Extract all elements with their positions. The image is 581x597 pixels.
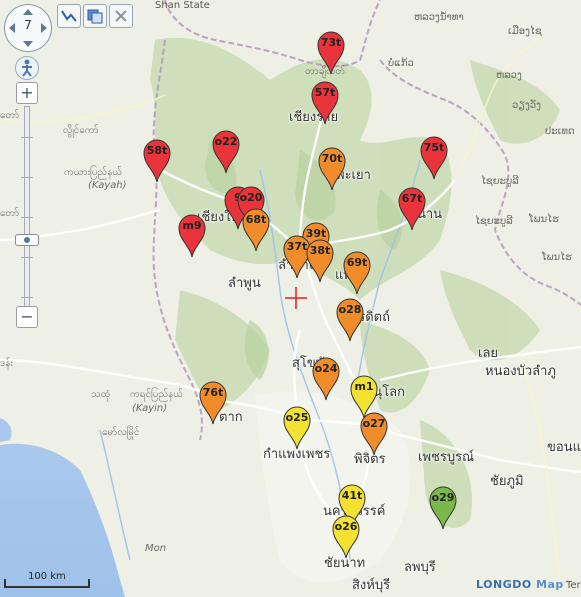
marker-76t[interactable]: 76t [197,379,229,425]
marker-o29-label: o29 [431,491,455,504]
marker-o27[interactable]: o27 [358,410,390,456]
marker-76t-label: 76t [202,386,224,399]
zoom-slider-handle[interactable] [15,234,39,246]
zoom-out-button[interactable]: − [16,306,38,328]
slider-tick [21,217,33,218]
crosshair-icon [285,287,307,309]
plus-icon: + [20,83,34,102]
terms-link[interactable]: Terr [566,580,581,591]
marker-68t-label: 68t [245,213,267,226]
scale-bar: 100 km [4,571,90,589]
marker-o22[interactable]: o22 [210,128,242,174]
marker-67t-label: 67t [401,192,423,205]
label-sing-buri: สิงห์บุรี [352,578,391,593]
zoom-level-value: 7 [24,18,32,32]
label-xayabury-2: ໄຊຍະບູລີ [475,216,513,227]
marker-75t-label: 75t [423,141,445,154]
marker-38t[interactable]: 38t [304,237,336,283]
slider-tick [21,257,33,258]
label-laos-ne-1: ເມືອງໄຊ [508,26,542,37]
longdo-map-logo: LONGDO Map [476,578,564,591]
minus-icon: − [20,307,34,326]
marker-m9[interactable]: m9 [176,212,208,258]
label-kayah-en: (Kayah) [88,180,127,191]
marker-41t-label: 41t [341,489,363,502]
marker-69t-label: 69t [346,256,368,269]
marker-70t-label: 70t [321,152,343,165]
layers-button[interactable] [83,4,107,28]
map-canvas[interactable]: Shan State ຫລວງນ້ຳທາ ເມືອງໄຊ တာချီလိတ် ບ… [0,0,581,597]
label-myanmar-sw-3: ဒန်း [0,358,13,369]
marker-m1-label: m1 [354,380,374,393]
slider-tick [21,177,33,178]
label-laos-ne-2: ຫລວງ [496,70,522,81]
marker-o26[interactable]: o26 [330,513,362,559]
label-myanmar-west-3: တော် [0,208,20,219]
marker-o26-label: o26 [334,520,358,533]
slider-tick [21,297,33,298]
marker-70t[interactable]: 70t [316,145,348,191]
label-chaiyaphum: ชัยภูมิ [490,474,524,489]
label-luang-namtha: ຫລວງນ້ຳທາ [414,12,464,23]
marker-57t-label: 57t [314,86,336,99]
marker-69t[interactable]: 69t [341,249,373,295]
marker-o20-label: o20 [239,191,263,204]
measure-button[interactable] [57,4,81,28]
marker-67t[interactable]: 67t [396,185,428,231]
label-phetchabun: เพชรบูรณ์ [418,450,475,465]
label-lop-buri: ลพบุรี [404,560,436,575]
marker-o27-label: o27 [362,417,386,430]
marker-o22-label: o22 [214,135,238,148]
person-icon [22,59,32,77]
label-laos-mid: ບໍ່ແກ້ວ [388,58,414,69]
layers-icon [87,9,103,24]
marker-o24[interactable]: o24 [310,355,342,401]
label-myanmar-sw-4: သထုံ [91,389,111,400]
label-myanmar-sw-2: မော်လမြိုင် [102,427,140,438]
label-laos-mid-2: ໂພນໄຮ [542,252,572,263]
marker-o25-label: o25 [285,411,309,424]
label-myanmar-west-2: တော် [0,110,20,121]
label-xayabury-1: ໄຊຍະບູລີ [481,176,519,187]
logo-word-2: Map [536,578,564,591]
close-icon [115,10,127,22]
label-laos-ne-3: ປະເທດ [545,126,575,137]
marker-73t[interactable]: 73t [315,29,347,75]
slider-tick [21,137,33,138]
zoom-slider-track[interactable] [21,106,33,308]
logo-word-1: LONGDO [476,578,532,591]
label-laos-vang: ວຽງວັງ [512,100,541,111]
label-kayin-my: ကရင်ပြည်နယ် [130,389,184,400]
label-lamphun: ลำพูน [228,276,261,291]
close-button[interactable] [109,4,133,28]
label-kayin-en: (Kayin) [132,403,168,414]
marker-o28-label: o28 [338,303,362,316]
marker-o25[interactable]: o25 [281,404,313,450]
label-laos-phon: ໂພນໄຮ [529,214,559,225]
measure-line-icon [61,10,77,22]
label-nong-bua-lamphu: หนองบัวลำภู [485,364,556,379]
marker-73t-label: 73t [320,36,342,49]
marker-o28[interactable]: o28 [334,296,366,342]
street-view-button[interactable] [15,56,39,80]
scale-bar-line [4,579,90,588]
marker-38t-label: 38t [309,244,331,257]
label-myanmar-west-1: လွိုင်ကော် [63,125,99,136]
label-khon-kaen: ขอนแก่น [547,440,581,455]
marker-68t[interactable]: 68t [240,206,272,252]
label-kayah-my: ကယားပြည်နယ် [64,167,123,178]
marker-o24-label: o24 [314,362,338,375]
label-mon: Mon [145,543,167,554]
marker-57t[interactable]: 57t [309,79,341,125]
pan-control[interactable]: 7 [4,4,52,52]
zoom-in-button[interactable]: + [16,82,38,104]
marker-o29[interactable]: o29 [427,484,459,530]
marker-75t[interactable]: 75t [418,134,450,180]
marker-58t-label: 58t [146,144,168,157]
marker-m9-label: m9 [182,219,202,232]
label-shan-state: Shan State [155,0,210,11]
marker-58t[interactable]: 58t [141,137,173,183]
